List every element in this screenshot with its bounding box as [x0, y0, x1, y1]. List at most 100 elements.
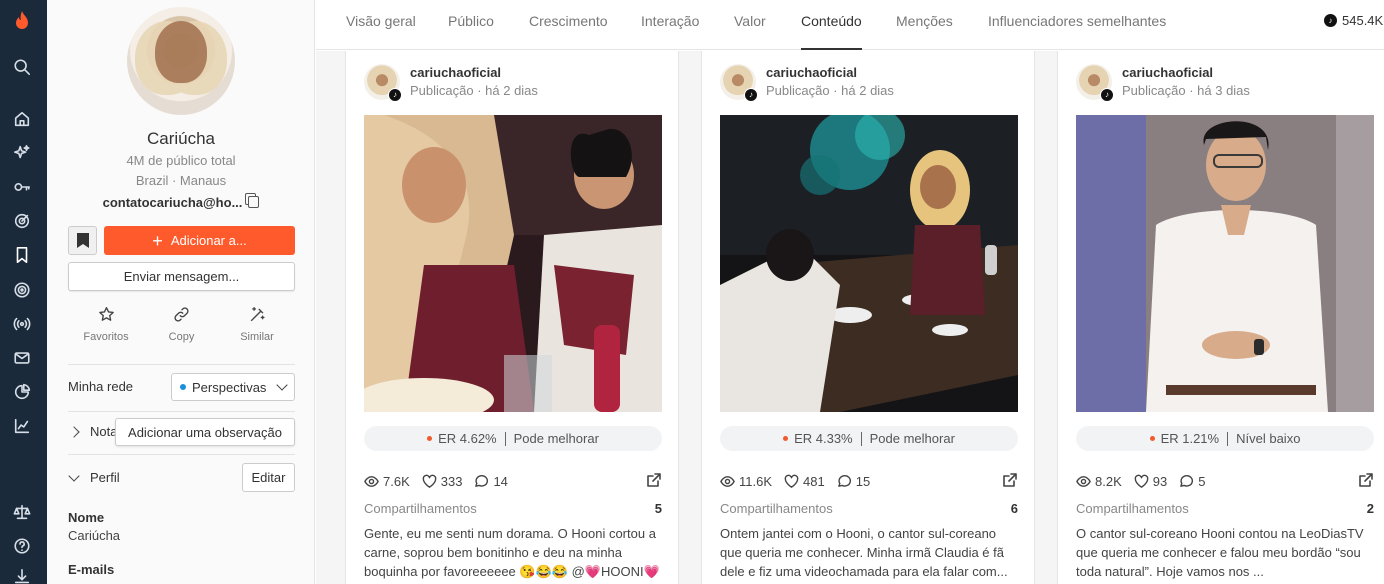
- target-check-icon[interactable]: [11, 210, 33, 232]
- download-icon[interactable]: [11, 566, 33, 584]
- favorites-label: Favoritos: [83, 331, 129, 343]
- shares-count: 2: [1366, 501, 1374, 516]
- mail-icon[interactable]: [11, 347, 33, 369]
- comments-stat: 14: [474, 474, 508, 489]
- comments-stat: 15: [837, 474, 870, 489]
- bookmark-icon: [76, 233, 89, 248]
- flame-logo-icon[interactable]: [11, 10, 33, 32]
- network-select[interactable]: Perspectivas: [171, 373, 295, 401]
- tab-similar-influencers[interactable]: Influenciadores semelhantes: [988, 13, 1166, 50]
- open-external-icon[interactable]: [646, 472, 662, 491]
- notes-toggle[interactable]: Nota: [68, 424, 117, 439]
- divider: [68, 411, 295, 412]
- bookmark-button[interactable]: [68, 226, 97, 255]
- sparkles-icon[interactable]: [11, 142, 33, 164]
- divider: [68, 454, 295, 455]
- views-stat: 11.6K: [720, 474, 772, 489]
- post-card[interactable]: cariuchaoficial Publicação · há 3 dias: [1057, 51, 1384, 584]
- favorites-action[interactable]: Favoritos: [71, 306, 141, 343]
- heart-icon: [784, 474, 799, 488]
- post-stats: 7.6K 333 14: [364, 472, 662, 491]
- key-icon[interactable]: [11, 176, 33, 198]
- post-stats: 8.2K 93 5: [1076, 472, 1374, 491]
- divider: [504, 431, 506, 446]
- radar-icon[interactable]: [11, 279, 33, 301]
- likes-count: 481: [803, 474, 825, 489]
- help-icon[interactable]: [11, 535, 33, 557]
- divider: [68, 364, 295, 365]
- tiktok-icon: [388, 88, 402, 102]
- post-time: Publicação · há 3 dias: [1122, 83, 1250, 98]
- trend-chart-icon[interactable]: [11, 415, 33, 437]
- comments-stat: 5: [1179, 474, 1205, 489]
- views-count: 7.6K: [383, 474, 410, 489]
- shares-row: Compartilhamentos 5: [364, 501, 662, 516]
- broadcast-icon[interactable]: [11, 313, 33, 335]
- copy-label: Copy: [168, 331, 195, 343]
- name-field-value: Cariúcha: [68, 528, 121, 543]
- tiktok-icon: [744, 88, 758, 102]
- comments-count: 14: [493, 474, 508, 489]
- similar-label: Similar: [240, 331, 274, 343]
- comment-icon: [475, 475, 489, 487]
- search-icon[interactable]: [11, 56, 33, 78]
- star-icon: [98, 307, 114, 321]
- post-thumbnail[interactable]: [1076, 115, 1374, 412]
- similar-action[interactable]: Similar: [222, 306, 292, 343]
- follower-count: 545.4K: [1324, 13, 1383, 28]
- open-external-icon[interactable]: [1358, 472, 1374, 491]
- email-text: contatocariucha@ho...: [102, 195, 243, 210]
- post-username[interactable]: cariuchaoficial: [410, 65, 538, 80]
- shares-label: Compartilhamentos: [364, 501, 477, 516]
- post-time: Publicação · há 2 dias: [766, 83, 894, 98]
- profile-avatar: [127, 7, 235, 115]
- shares-row: Compartilhamentos 6: [720, 501, 1018, 516]
- engagement-rate: ER 4.33%: [794, 431, 853, 446]
- post-thumbnail[interactable]: [720, 115, 1018, 412]
- profile-section-toggle[interactable]: Perfil: [68, 469, 120, 485]
- comments-count: 15: [855, 474, 871, 489]
- post-username[interactable]: cariuchaoficial: [766, 65, 894, 80]
- tab-content[interactable]: Conteúdo: [801, 13, 862, 50]
- home-icon[interactable]: [11, 108, 33, 130]
- add-to-list-button[interactable]: + Adicionar a...: [104, 226, 295, 255]
- shares-label: Compartilhamentos: [1076, 501, 1189, 516]
- icon-rail: [0, 0, 47, 584]
- bookmark-nav-icon[interactable]: [0, 238, 47, 272]
- tab-mentions[interactable]: Menções: [896, 13, 953, 50]
- scales-icon[interactable]: [11, 501, 33, 523]
- pie-chart-icon[interactable]: [11, 381, 33, 403]
- post-username[interactable]: cariuchaoficial: [1122, 65, 1250, 80]
- tab-audience[interactable]: Público: [448, 13, 494, 50]
- profile-name: Cariúcha: [146, 129, 216, 148]
- tab-value[interactable]: Valor: [734, 13, 766, 50]
- profile-email[interactable]: contatocariucha@ho...: [47, 195, 315, 210]
- edit-button[interactable]: Editar: [242, 463, 295, 492]
- quick-actions: Favoritos Copy Similar: [68, 306, 295, 343]
- send-message-button[interactable]: Enviar mensagem...: [68, 262, 295, 291]
- avatar: [364, 64, 402, 102]
- post-card[interactable]: cariuchaoficial Publicação · há 2 dias: [701, 51, 1035, 584]
- add-note-tooltip[interactable]: Adicionar uma observação: [115, 418, 295, 446]
- shares-row: Compartilhamentos 2: [1076, 501, 1374, 516]
- tab-growth[interactable]: Crescimento: [529, 13, 608, 50]
- engagement-quality: Pode melhorar: [513, 431, 599, 446]
- notes-label: Nota: [90, 424, 118, 439]
- network-label: Minha rede: [68, 379, 134, 394]
- copy-icon[interactable]: [248, 196, 260, 208]
- post-card[interactable]: cariuchaoficial Publicação · há 2 dias: [345, 51, 679, 584]
- tab-engagement[interactable]: Interação: [641, 13, 699, 50]
- copy-action[interactable]: Copy: [147, 306, 217, 343]
- profile-section-label: Perfil: [90, 470, 120, 485]
- avatar: [1076, 64, 1114, 102]
- tab-overview[interactable]: Visão geral: [346, 13, 416, 50]
- status-dot: [783, 436, 789, 441]
- divider: [1227, 431, 1229, 446]
- open-external-icon[interactable]: [1002, 472, 1018, 491]
- network-dot: [180, 384, 186, 390]
- profile-location: Brazil · Manaus: [135, 173, 227, 188]
- likes-count: 93: [1152, 474, 1168, 489]
- post-thumbnail[interactable]: [364, 115, 662, 412]
- add-button-label: Adicionar a...: [170, 233, 247, 248]
- post-caption: Gente, eu me senti num dorama. O Hooni c…: [364, 526, 660, 579]
